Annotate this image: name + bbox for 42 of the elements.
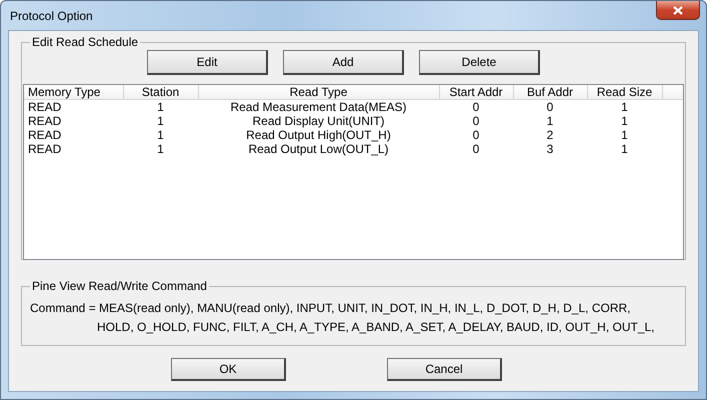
table-cell-text: Read Output Low(OUT_L): [247, 142, 390, 156]
command-list: Command = MEAS(read only), MANU(read only), INPUT, UNIT, IN_DOT, IN_H, IN_L, D_DOT, D_H, D_L, CORR,: [30, 299, 685, 318]
column-header[interactable]: Station: [123, 85, 198, 100]
table-cell-text: 3: [546, 142, 554, 156]
table-cell-text: Read Display Unit(UNIT): [251, 114, 386, 128]
table-cell-text: 2: [546, 128, 554, 142]
ok-button[interactable]: OK: [171, 358, 286, 381]
table-cell-text: 0: [472, 128, 480, 142]
table-cell-text: 1: [620, 114, 629, 128]
table-cell-text: 1: [156, 142, 165, 156]
command-list: HOLD, O_HOLD, FUNC, FILT, A_CH, A_TYPE, A_BAND, A_SET, A_DELAY, BAUD, ID, OUT_H, OUT_L,: [30, 318, 685, 337]
table-cell-text: Read Output High(OUT_H): [245, 128, 392, 142]
table-cell-text: 0: [472, 114, 480, 128]
close-button[interactable]: [656, 1, 700, 20]
table-cell-text: 1: [620, 128, 629, 142]
table-cell-text: 1: [620, 142, 629, 156]
table-cell: Read Measurement Data(MEAS): [198, 100, 439, 114]
column-header[interactable]: Memory Type: [24, 85, 123, 100]
table-cell: 0: [439, 100, 513, 114]
table-cell: 0: [513, 100, 587, 114]
table-cell-text: READ: [27, 142, 62, 156]
column-header[interactable]: Read Size: [587, 85, 662, 100]
window-title: Protocol Option: [9, 8, 93, 22]
edit-button[interactable]: Edit: [147, 50, 268, 75]
table-cell-text: READ: [27, 128, 62, 142]
table-cell-text: 1: [546, 114, 554, 128]
table-cell-text: 1: [156, 128, 165, 142]
close-icon: [673, 6, 683, 14]
group-title: Edit Read Schedule: [30, 35, 140, 49]
delete-button[interactable]: Delete: [419, 50, 540, 75]
table-cell-text: 1: [156, 114, 165, 128]
table-cell: READ: [24, 100, 123, 114]
table-cell: 1: [587, 100, 662, 114]
table-cell-text: READ: [27, 114, 62, 128]
add-button[interactable]: Add: [283, 50, 404, 75]
group-title: Pine View Read/Write Command: [30, 279, 209, 293]
column-header[interactable]: Start Addr: [439, 85, 513, 100]
column-header[interactable]: Buf Addr: [513, 85, 587, 100]
table-cell: 1: [123, 100, 198, 114]
table-cell-text: 0: [472, 142, 480, 156]
column-header[interactable]: Read Type: [198, 85, 439, 100]
cancel-button[interactable]: Cancel: [387, 358, 502, 381]
